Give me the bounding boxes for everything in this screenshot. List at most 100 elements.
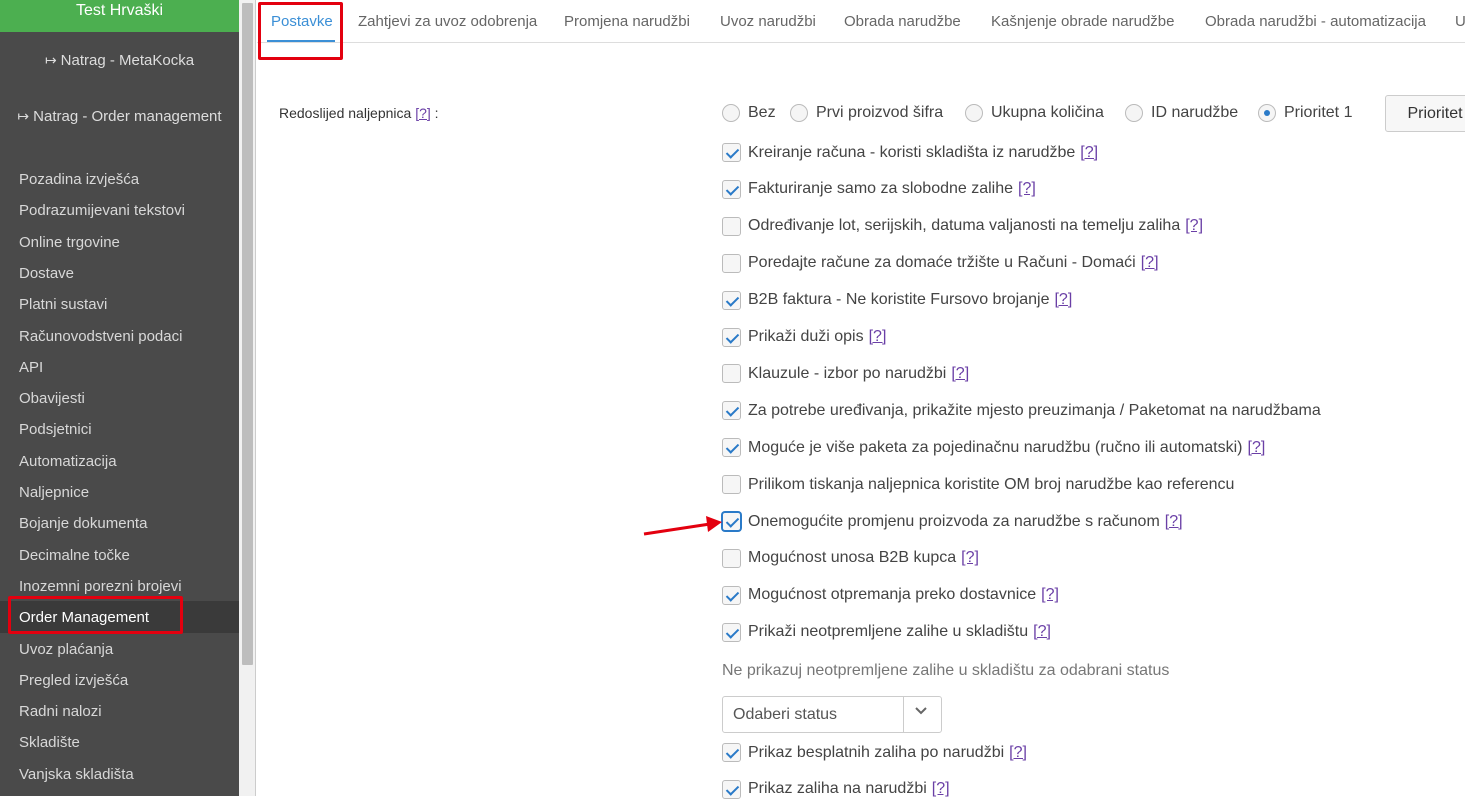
status-select[interactable]: Odaberi status <box>722 696 942 733</box>
radio-option[interactable]: Ukupna količina <box>965 102 1104 124</box>
back-link[interactable]: ↦ Natrag - Order management <box>0 108 239 125</box>
radio-label: Prioritet 1 <box>1284 104 1353 121</box>
checkbox-row[interactable]: B2B faktura - Ne koristite Fursovo broja… <box>722 290 1072 310</box>
radio-option[interactable]: ID narudžbe <box>1125 102 1238 124</box>
checkbox-row[interactable]: Kreiranje računa - koristi skladišta iz … <box>722 143 1098 162</box>
sidebar-item[interactable]: Vanjska skladišta <box>19 765 134 785</box>
help-link[interactable]: [?] <box>869 328 887 346</box>
checkbox[interactable] <box>722 585 741 605</box>
checkbox[interactable] <box>722 401 741 421</box>
sidebar-item[interactable]: Decimalne točke <box>19 546 130 566</box>
help-link[interactable]: [?] <box>1033 623 1051 641</box>
checkbox[interactable] <box>722 779 741 799</box>
checkbox-row[interactable]: Prikaz besplatnih zaliha po narudžbi [?] <box>722 743 1027 762</box>
checkbox[interactable] <box>722 253 741 273</box>
scrollbar-thumb[interactable] <box>242 3 253 665</box>
help-link[interactable]: [?] <box>1080 144 1098 162</box>
help-link[interactable]: [?] <box>1018 180 1036 198</box>
sort-label: Redoslijed naljepnica [?] : <box>279 105 439 121</box>
sidebar-item[interactable]: Online trgovine <box>19 233 120 253</box>
checkbox-label: Prikaži neotpremljene zalihe u skladištu <box>748 623 1029 641</box>
checkbox[interactable] <box>722 216 741 236</box>
radio-option[interactable]: Prioritet 1 <box>1258 102 1352 124</box>
radio-label: Prvi proizvod šifra <box>816 104 944 121</box>
logout-icon: ↦ <box>44 52 57 68</box>
radio-button[interactable] <box>1258 104 1276 122</box>
help-link[interactable]: [?] <box>1041 586 1059 604</box>
sidebar-item[interactable]: Računovodstveni podaci <box>19 327 182 347</box>
help-link[interactable]: [?] <box>961 549 979 567</box>
sidebar-item[interactable]: Radni nalozi <box>19 702 102 722</box>
radio-button[interactable] <box>965 104 983 122</box>
status-label: Ne prikazuj neotpremljene zalihe u sklad… <box>722 662 1170 679</box>
help-link[interactable]: [?] <box>1185 217 1203 235</box>
checkbox-label: Moguće je više paketa za pojedinačnu nar… <box>748 438 1243 456</box>
tab-4[interactable]: Obrada narudžbe <box>844 13 961 30</box>
checkbox[interactable] <box>722 512 741 531</box>
sidebar-item[interactable]: Pozadina izvješća <box>19 170 139 190</box>
checkbox-row[interactable]: Moguće je više paketa za pojedinačnu nar… <box>722 438 1266 458</box>
help-link[interactable]: [?] <box>415 105 431 121</box>
checkbox-row[interactable]: Mogućnost otpremanja preko dostavnice [?] <box>722 585 1059 605</box>
tab-2[interactable]: Promjena narudžbi <box>564 13 690 30</box>
back-link[interactable]: ↦ Natrag - MetaKocka <box>0 52 239 69</box>
sidebar-item[interactable]: Pregled izvješća <box>19 671 128 691</box>
radio-option[interactable]: Prvi proizvod šifra <box>790 102 943 124</box>
checkbox-row[interactable]: Fakturiranje samo za slobodne zalihe [?] <box>722 179 1036 199</box>
radio-button[interactable] <box>790 104 808 122</box>
checkbox[interactable] <box>722 622 741 642</box>
checkbox-row[interactable]: Prikaz zaliha na narudžbi [?] <box>722 779 950 799</box>
checkbox[interactable] <box>722 743 741 762</box>
checkbox-row[interactable]: Mogućnost unosa B2B kupca [?] <box>722 548 979 568</box>
help-link[interactable]: [?] <box>951 365 969 383</box>
sidebar-item[interactable]: Podrazumijevani tekstovi <box>19 201 185 221</box>
sidebar-item[interactable]: Obavijesti <box>19 389 85 409</box>
prioritet-button[interactable]: Prioritet <box>1385 95 1465 132</box>
help-link[interactable]: [?] <box>1009 744 1027 762</box>
checkbox-label: Prilikom tiskanja naljepnica koristite O… <box>748 475 1235 493</box>
sidebar-item[interactable]: Platni sustavi <box>19 295 107 315</box>
tab-5[interactable]: Kašnjenje obrade narudžbe <box>991 13 1174 30</box>
checkbox-row[interactable]: Prikaži neotpremljene zalihe u skladištu… <box>722 622 1051 642</box>
tab-7[interactable]: U <box>1455 13 1465 30</box>
sidebar-item[interactable]: API <box>19 358 43 378</box>
help-link[interactable]: [?] <box>1248 439 1266 457</box>
radio-button[interactable] <box>1125 104 1143 122</box>
checkbox-row[interactable]: Prilikom tiskanja naljepnica koristite O… <box>722 475 1235 495</box>
help-link[interactable]: [?] <box>1141 254 1159 272</box>
tab-6[interactable]: Obrada narudžbi - automatizacija <box>1205 13 1426 30</box>
checkbox-row[interactable]: Određivanje lot, serijskih, datuma valja… <box>722 216 1203 236</box>
help-link[interactable]: [?] <box>1165 513 1183 531</box>
checkbox-row[interactable]: Klauzule - izbor po narudžbi [?] <box>722 364 969 384</box>
sidebar-item[interactable]: Automatizacija <box>19 452 117 472</box>
radio-option[interactable]: Bez <box>722 102 776 124</box>
checkbox[interactable] <box>722 143 741 162</box>
checkbox-label: Prikaz besplatnih zaliha po narudžbi <box>748 743 1005 761</box>
sidebar-item[interactable]: Uvoz plaćanja <box>19 640 113 660</box>
sidebar-item[interactable]: Inozemni porezni brojevi <box>19 577 182 597</box>
radio-button[interactable] <box>722 104 740 122</box>
help-link[interactable]: [?] <box>1054 291 1072 309</box>
checkbox[interactable] <box>722 179 741 199</box>
checkbox[interactable] <box>722 290 741 310</box>
checkbox-row[interactable]: Prikaži duži opis [?] <box>722 327 887 347</box>
sidebar-item[interactable]: Dostave <box>19 264 74 284</box>
checkbox[interactable] <box>722 327 741 347</box>
sidebar-item[interactable]: Bojanje dokumenta <box>19 514 147 534</box>
chevron-down-icon[interactable] <box>915 705 927 717</box>
checkbox[interactable] <box>722 364 741 384</box>
highlight-box-sidebar <box>8 596 183 634</box>
logout-icon: ↦ <box>17 108 30 124</box>
checkbox-row[interactable]: Poredajte račune za domaće tržište u Rač… <box>722 253 1159 273</box>
checkbox[interactable] <box>722 548 741 568</box>
sidebar-item[interactable]: Podsjetnici <box>19 420 92 440</box>
sidebar-item[interactable]: Naljepnice <box>19 483 89 503</box>
checkbox[interactable] <box>722 438 741 458</box>
checkbox-row[interactable]: Za potrebe uređivanja, prikažite mjesto … <box>722 401 1321 421</box>
checkbox[interactable] <box>722 475 741 495</box>
tab-1[interactable]: Zahtjevi za uvoz odobrenja <box>358 13 537 30</box>
company-name[interactable]: Test Hrvaški <box>0 0 239 32</box>
sidebar-item[interactable]: Skladište <box>19 733 80 753</box>
checkbox-row[interactable]: Onemogućite promjenu proizvoda za narudž… <box>722 512 1183 531</box>
tab-3[interactable]: Uvoz narudžbi <box>720 13 816 30</box>
